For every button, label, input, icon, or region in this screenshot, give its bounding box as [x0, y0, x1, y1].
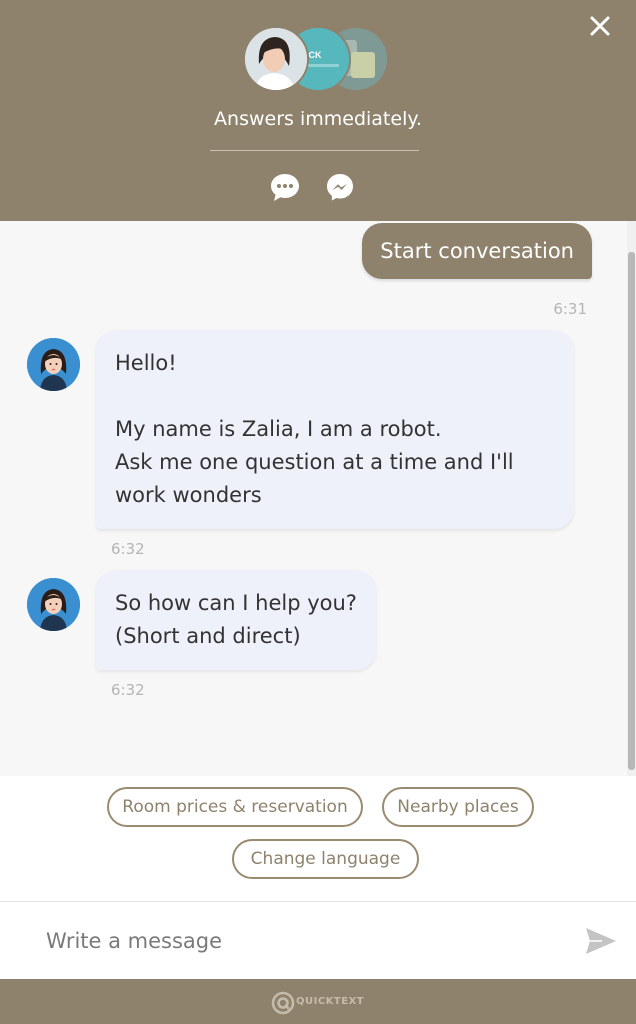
quick-reply-change-language[interactable]: Change language	[232, 839, 419, 879]
team-avatars: ICK	[243, 26, 389, 92]
quicktext-logo-icon[interactable]	[271, 991, 295, 1015]
bot-avatar	[27, 338, 80, 391]
message-input[interactable]	[44, 922, 568, 960]
bot-avatar	[27, 578, 80, 631]
bot-message-bubble: Hello! My name is Zalia, I am a robot. A…	[96, 330, 574, 529]
agent-photo-avatar	[243, 26, 309, 92]
conversation-area[interactable]: Start conversation 6:31 Hello! My name i…	[0, 221, 636, 776]
bot-message-line: Hello!	[115, 351, 177, 375]
quick-reply-nearby-places[interactable]: Nearby places	[382, 787, 534, 827]
message-timestamp: 6:32	[111, 540, 145, 558]
bot-message-line: (Short and direct)	[115, 624, 301, 648]
availability-status: Answers immediately.	[214, 108, 422, 130]
bot-message-line: Ask me one question at a time and I'll w…	[115, 450, 514, 507]
messenger-icon[interactable]	[324, 171, 356, 203]
bot-message-line: My name is Zalia, I am a robot.	[115, 417, 442, 441]
close-icon[interactable]	[584, 10, 616, 42]
bot-message-bubble: So how can I help you? (Short and direct…	[96, 570, 376, 670]
bot-message-line: So how can I help you?	[115, 591, 357, 615]
quick-reply-room-prices[interactable]: Room prices & reservation	[107, 787, 363, 827]
message-timestamp: 6:32	[111, 681, 145, 699]
message-composer	[0, 901, 636, 980]
chat-bubble-icon[interactable]	[269, 171, 301, 203]
scrollbar-thumb[interactable]	[628, 252, 635, 770]
user-message-bubble: Start conversation	[362, 223, 592, 279]
brand-name[interactable]: QUICKTEXT	[296, 996, 364, 1007]
message-timestamp: 6:31	[553, 300, 587, 318]
send-icon[interactable]	[584, 926, 618, 956]
header-divider	[210, 150, 419, 151]
